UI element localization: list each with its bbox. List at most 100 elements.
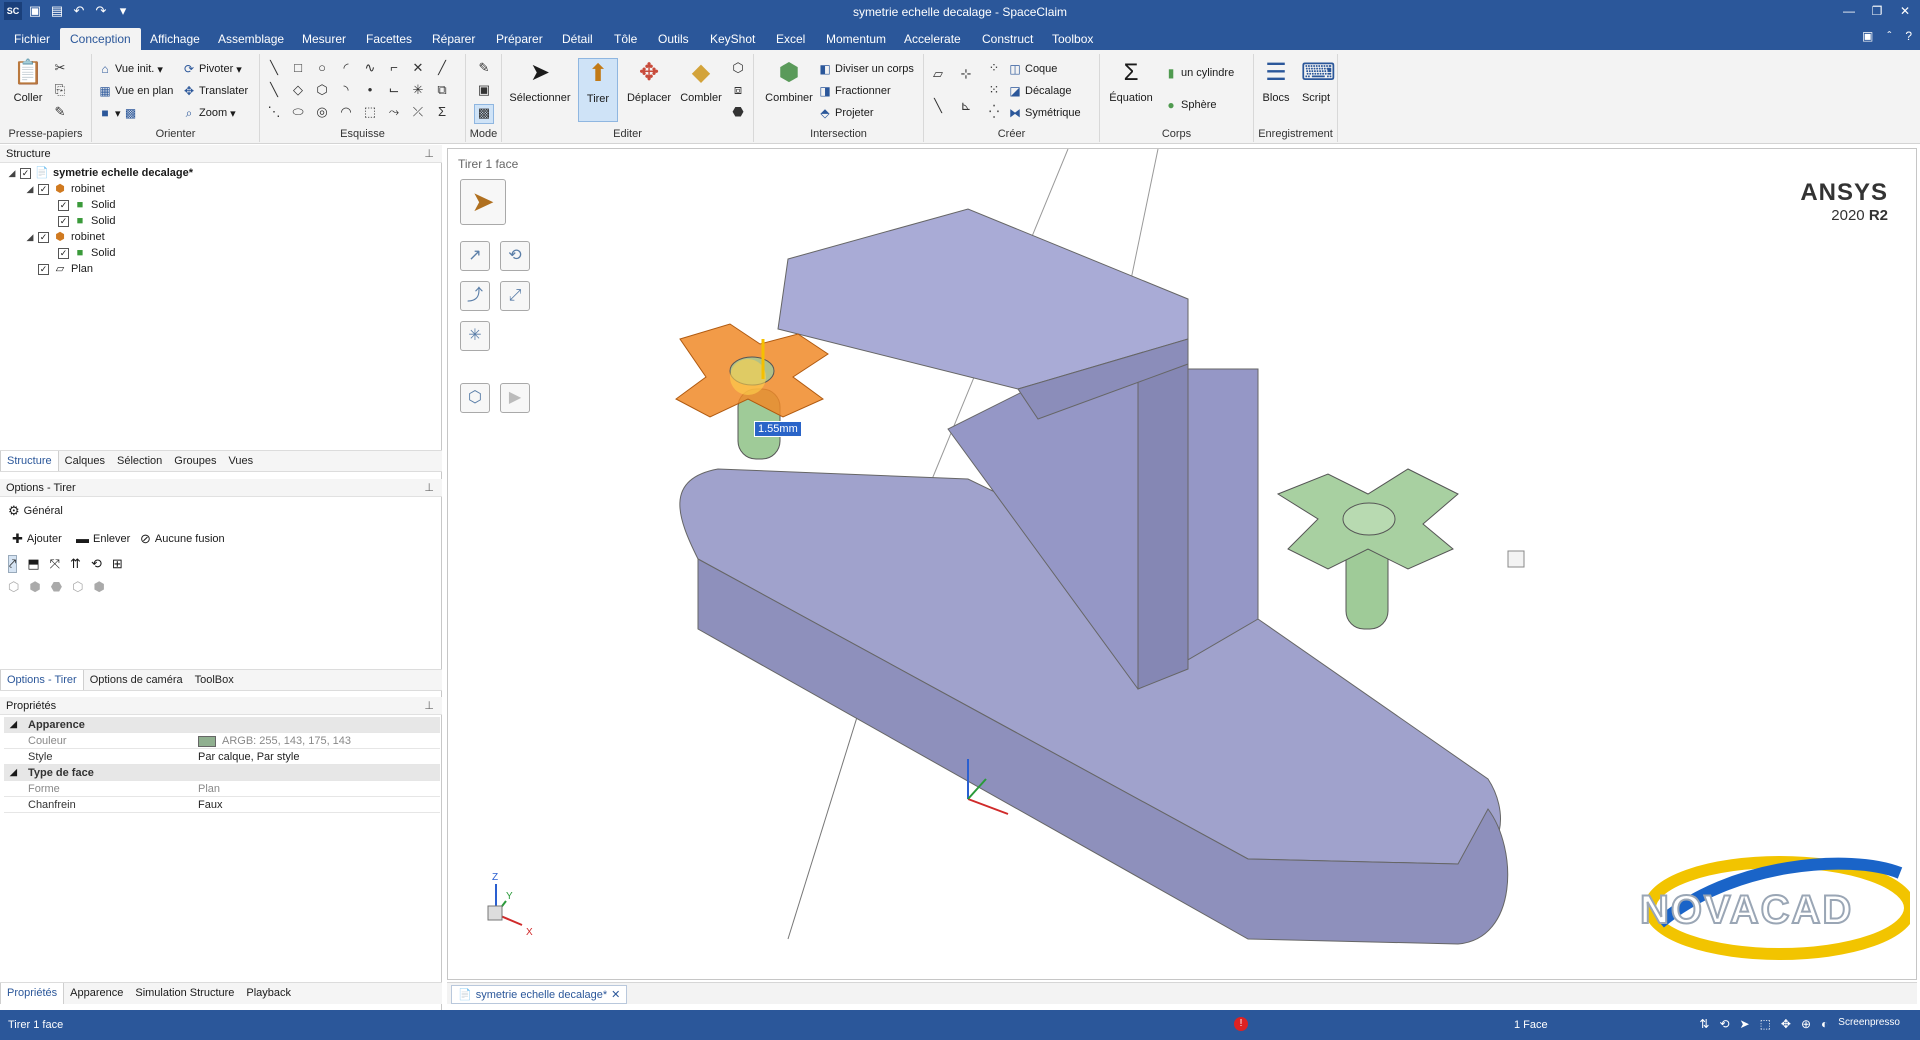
tab-properties[interactable]: Propriétés [0, 983, 65, 1004]
translate-button[interactable]: ✥ Translater [182, 82, 248, 100]
minimize-icon[interactable]: — [1840, 2, 1858, 20]
close-icon[interactable]: ✕ [1896, 2, 1914, 20]
tab-groups[interactable]: Groupes [168, 451, 222, 471]
sketch-mode-icon[interactable]: ✎ [476, 60, 492, 76]
tab-momentum[interactable]: Momentum [816, 28, 896, 50]
select-button[interactable]: ➤ Sélectionner [508, 58, 572, 104]
combine-button[interactable]: ⬢ Combiner [758, 58, 820, 104]
home-view-button[interactable]: ⌂ Vue init. ▾ [98, 60, 163, 78]
tab-playback[interactable]: Playback [240, 983, 297, 1004]
tab-outils[interactable]: Outils [648, 28, 699, 50]
tab-assemblage[interactable]: Assemblage [208, 28, 294, 50]
collapse-icon[interactable]: ◢ [24, 232, 36, 243]
trim-icon[interactable]: ✕ [410, 60, 426, 76]
tab-camera-options[interactable]: Options de caméra [84, 670, 189, 690]
tree-item-component[interactable]: ◢ ✓ ⬢ robinet [6, 181, 436, 197]
add-option[interactable]: ✚ Ajouter [12, 531, 62, 547]
pattern-icon[interactable]: ⁘ [986, 60, 1002, 76]
ellipse-circle-icon[interactable]: ⬡ [314, 82, 330, 98]
sphere-button[interactable]: ● Sphère [1164, 96, 1216, 114]
ruler-icon[interactable]: ⊞ [112, 556, 123, 572]
line-icon[interactable]: ╲ [266, 60, 282, 76]
tab-tole[interactable]: Tôle [604, 28, 647, 50]
visibility-checkbox[interactable]: ✓ [38, 183, 49, 195]
extend-icon[interactable]: ╱ [434, 60, 450, 76]
tab-fichier[interactable]: Fichier [4, 28, 60, 50]
ellipse-icon[interactable]: ⬭ [290, 104, 306, 120]
blend-icon[interactable]: ⬡ [730, 60, 746, 76]
pivot-edge-icon[interactable]: ⤧ [50, 556, 60, 572]
color-swatch[interactable] [198, 735, 216, 747]
visibility-checkbox[interactable]: ✓ [38, 263, 49, 275]
tweak-face-icon[interactable]: ⬣ [730, 104, 746, 120]
pull-button[interactable]: ⬆ Tirer [578, 58, 618, 122]
dimension-input[interactable]: 1.55mm [754, 421, 802, 437]
3d-mode-icon[interactable]: ▩ [474, 104, 494, 124]
tab-toolbox-options[interactable]: ToolBox [189, 670, 240, 690]
move-button[interactable]: ✥ Déplacer [622, 58, 676, 104]
project-button[interactable]: ⬘ Projeter [818, 104, 873, 122]
selection-count[interactable]: 1 Face [1514, 1019, 1548, 1031]
point-icon[interactable]: • [362, 82, 378, 98]
script-button[interactable]: ⌨ Script [1296, 58, 1336, 104]
arc-icon[interactable]: ◜ [338, 60, 354, 76]
fill-pattern-icon[interactable]: ⁛ [986, 104, 1002, 120]
tab-affichage[interactable]: Affichage [140, 28, 210, 50]
undo-select-icon[interactable]: ⟲ [1719, 1017, 1729, 1031]
pin-icon[interactable]: ⊥ [424, 699, 434, 712]
face-curve-icon[interactable]: ⬚ [362, 104, 378, 120]
ring-icon[interactable]: ◎ [314, 104, 330, 120]
tab-detail[interactable]: Détail [552, 28, 603, 50]
plane-tool-icon[interactable]: ▱ [930, 66, 946, 82]
blocks-button[interactable]: ☰ Blocs [1256, 58, 1296, 104]
paste-button[interactable]: 📋 Coller [2, 58, 54, 104]
box-select-icon[interactable]: ⬚ [1760, 1017, 1771, 1031]
view-cube-button[interactable]: ■ ▾ ▩ [98, 104, 138, 122]
tree-item-root[interactable]: ◢ ✓ 📄 symetrie echelle decalage* [6, 165, 436, 181]
tree-item-plane[interactable]: ✓ ▱ Plan [6, 261, 436, 277]
select-mode-icon[interactable]: ➤ [1740, 1017, 1750, 1031]
split-body-button[interactable]: ◧ Diviser un corps [818, 60, 914, 78]
tab-reparer[interactable]: Réparer [422, 28, 485, 50]
visibility-checkbox[interactable]: ✓ [58, 247, 69, 259]
axis-icon[interactable]: ╲ [930, 98, 946, 114]
selection-filter-icon[interactable]: ⇅ [1699, 1017, 1709, 1031]
fill-button[interactable]: ◆ Combler [676, 58, 726, 104]
mini-toolbar-icon[interactable] [1507, 550, 1525, 568]
visibility-checkbox[interactable]: ✓ [58, 215, 69, 227]
split-curve-icon[interactable]: ✳ [410, 82, 426, 98]
pull-direction-icon[interactable]: ⤤ [8, 555, 18, 573]
property-row-style[interactable]: Style Par calque, Par style [4, 749, 440, 765]
circular-pattern-icon[interactable]: ⁙ [986, 82, 1002, 98]
spline-icon[interactable]: ∿ [362, 60, 378, 76]
display-style-icon[interactable]: ◐ [1821, 1017, 1828, 1031]
tab-simulation[interactable]: Simulation Structure [129, 983, 240, 1004]
copy-curve-icon[interactable]: ⧉ [434, 82, 450, 98]
tree-item-solid[interactable]: ✓ ■ Solid [6, 197, 436, 213]
visibility-checkbox[interactable]: ✓ [58, 199, 69, 211]
offset-button[interactable]: ◪ Décalage [1008, 82, 1071, 100]
no-merge-option[interactable]: ⊘ Aucune fusion [140, 531, 225, 547]
copy-icon[interactable]: ⎘ [52, 82, 68, 98]
zoom-button[interactable]: ⌕ Zoom ▾ [182, 104, 236, 122]
close-tab-icon[interactable]: ✕ [611, 988, 620, 1001]
pin-icon[interactable]: ⊥ [424, 481, 434, 494]
arc-sweep-icon[interactable]: ◝ [338, 82, 354, 98]
tab-selection[interactable]: Sélection [111, 451, 168, 471]
ribbon-collapse-icon[interactable]: ˆ [1887, 29, 1891, 43]
section-mode-icon[interactable]: ▣ [476, 82, 492, 98]
collapse-icon[interactable]: ◢ [6, 168, 18, 179]
general-section[interactable]: ⚙ Général [8, 503, 63, 519]
layout-icon[interactable]: ▣ [1862, 29, 1873, 43]
3d-viewport[interactable]: Tirer 1 face ANSYS 2020 R2 ➤ ↗ ⟲ ⤴ ⤢ ✳ ⬡… [447, 148, 1917, 980]
properties-section-face-type[interactable]: ◢ Type de face [4, 765, 440, 781]
tree-item-component[interactable]: ◢ ✓ ⬢ robinet [6, 229, 436, 245]
tab-structure[interactable]: Structure [0, 451, 59, 471]
corner-icon[interactable]: ⌐ [386, 60, 402, 76]
snap-icon[interactable]: ⊕ [1801, 1017, 1811, 1031]
both-sides-icon[interactable]: ⇈ [70, 556, 81, 572]
tab-accelerate[interactable]: Accelerate [894, 28, 971, 50]
tree-item-solid[interactable]: ✓ ■ Solid [6, 213, 436, 229]
tab-views[interactable]: Vues [222, 451, 259, 471]
tab-pull-options[interactable]: Options - Tirer [0, 670, 84, 690]
